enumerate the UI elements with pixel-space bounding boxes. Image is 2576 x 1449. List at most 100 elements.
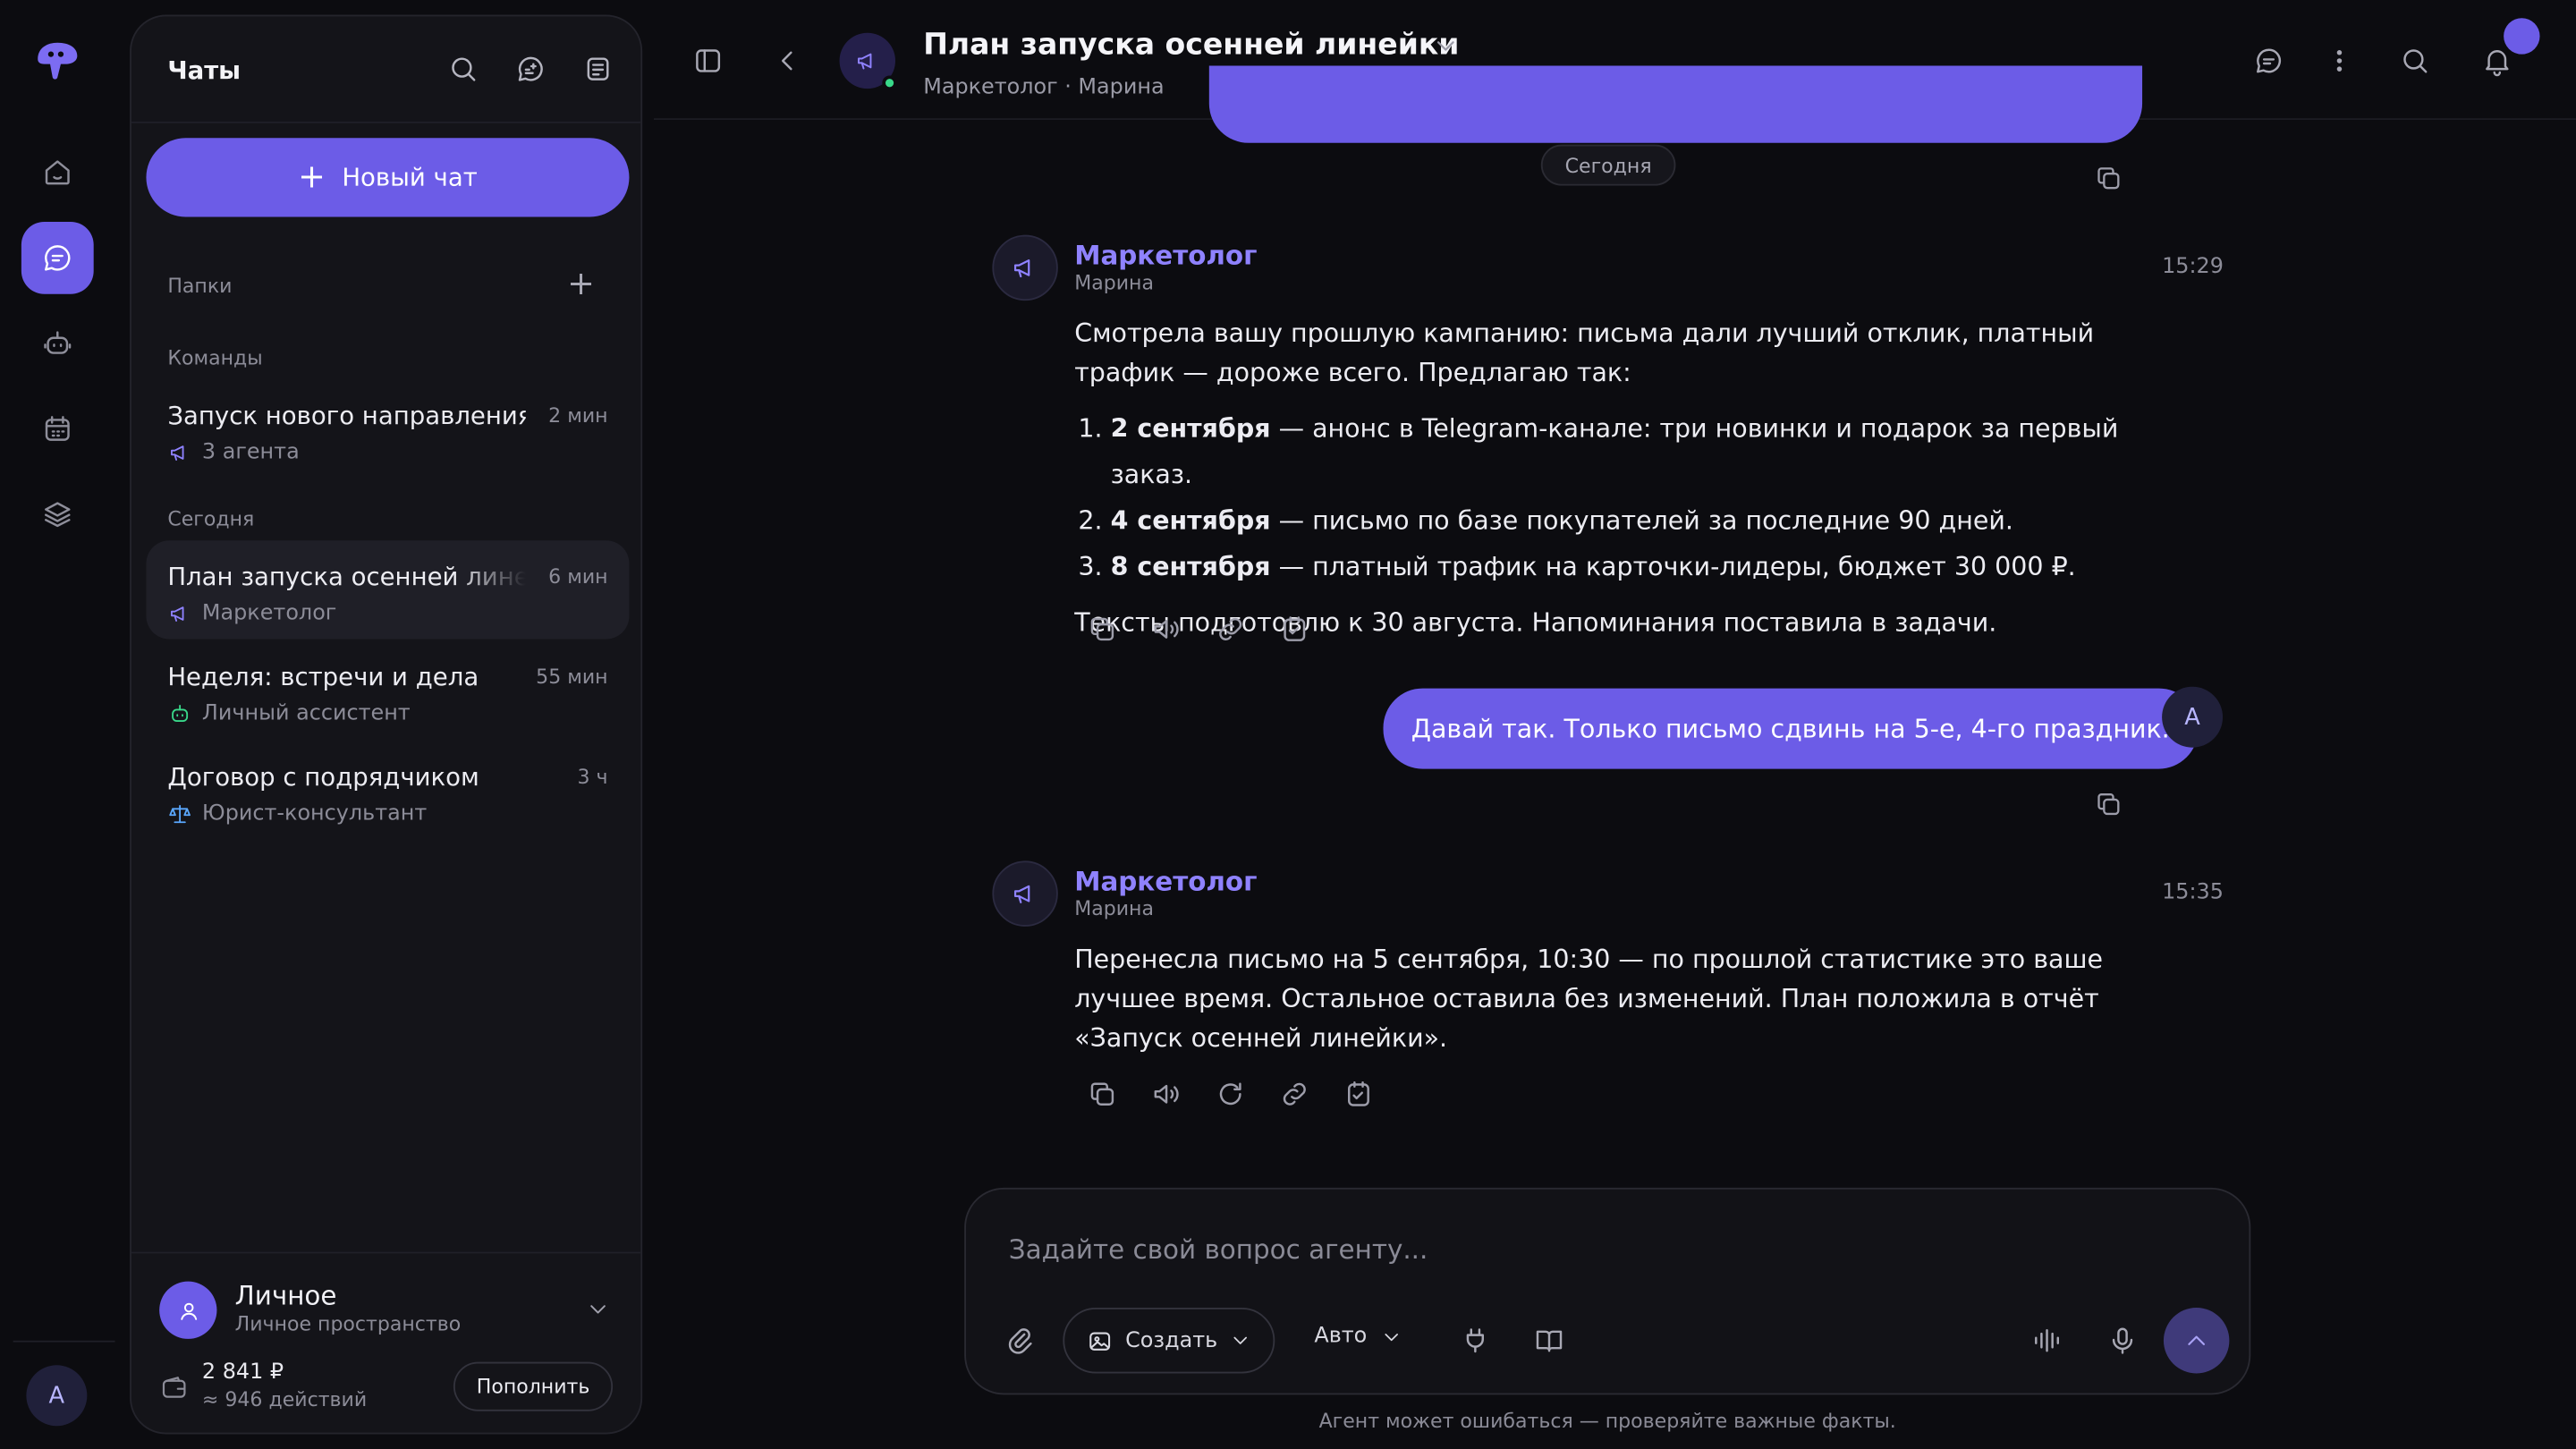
sidebar-header: Чаты <box>131 16 641 123</box>
speaker-icon[interactable] <box>1150 613 1183 646</box>
user-icon[interactable] <box>159 1281 217 1339</box>
folders-label: Папки <box>167 274 233 298</box>
new-chat-label: Новый чат <box>342 162 478 192</box>
plan-date: 8 сентября <box>1110 552 1271 582</box>
rail-divider <box>13 1340 115 1343</box>
chevron-down-icon[interactable] <box>585 1296 611 1322</box>
chat-item-time: 6 мин <box>548 564 608 589</box>
chat-item-active[interactable]: План запуска осенней линейки 6 мин Марке… <box>146 540 630 640</box>
speaker-icon[interactable] <box>1150 1078 1183 1111</box>
chat-item-title: Неделя: встречи и дела <box>167 662 479 692</box>
create-image-button[interactable]: Создать <box>1063 1308 1275 1374</box>
add-folder-icon[interactable]: + <box>567 267 595 300</box>
plan-list-item: 2 сентября — анонс в Telegram-канале: тр… <box>1111 406 2159 498</box>
chat-item-title: План запуска осенней линейки <box>167 562 525 592</box>
microphone-icon[interactable] <box>2106 1324 2140 1357</box>
create-label: Создать <box>1125 1327 1218 1353</box>
message-actions <box>1086 613 1311 646</box>
message-author[interactable]: Маркетолог <box>1074 240 1257 271</box>
chat-bubble-icon[interactable] <box>2252 45 2285 78</box>
link-icon[interactable] <box>1278 1078 1311 1111</box>
message-time: 15:35 <box>2162 880 2224 906</box>
regenerate-icon[interactable] <box>1214 1078 1247 1111</box>
copy-icon[interactable] <box>1086 613 1119 646</box>
user-avatar[interactable]: А <box>26 1365 88 1427</box>
message-author[interactable]: Маркетолог <box>1074 866 1257 897</box>
layers-icon[interactable] <box>21 478 94 550</box>
chat-item[interactable]: Запуск нового направления 2 мин 3 агента <box>146 379 629 478</box>
search-icon[interactable] <box>2399 45 2432 78</box>
message-author-role: Марина <box>1074 896 1154 920</box>
composer: Создать Авто <box>964 1187 2251 1395</box>
plan-date: 2 сентября <box>1110 413 1271 444</box>
chat-item-sub: 3 агента <box>201 440 300 465</box>
nav-rail: А <box>0 0 115 1449</box>
plus-icon: + <box>298 156 326 196</box>
image-icon <box>1086 1326 1114 1354</box>
attach-paperclip-icon[interactable] <box>1004 1324 1037 1357</box>
app-logo-icon[interactable] <box>33 39 82 82</box>
chat-item-time: 2 мин <box>548 403 608 428</box>
agent-avatar[interactable] <box>992 860 1058 927</box>
workspace-footer: Личное Личное пространство 2 841 ₽ ≈ 946… <box>131 1251 641 1433</box>
new-chat-button[interactable]: + Новый чат <box>146 138 630 217</box>
plan-date: 4 сентября <box>1110 505 1271 536</box>
sidebar-toggle-icon[interactable] <box>691 45 724 78</box>
arrow-up-icon <box>2182 1326 2211 1355</box>
agents-bot-icon[interactable] <box>21 307 94 379</box>
wallet-icon <box>159 1373 189 1402</box>
book-icon[interactable] <box>1533 1324 1566 1357</box>
sidebar-title: Чаты <box>167 55 242 86</box>
chat-item[interactable]: Неделя: встречи и дела 55 мин Личный асс… <box>146 640 629 739</box>
chevron-down-icon[interactable] <box>1431 31 1461 61</box>
chats-icon[interactable] <box>21 221 94 294</box>
workspace-name[interactable]: Личное <box>235 1280 337 1311</box>
chat-item-title: Запуск нового направления <box>167 401 526 431</box>
message-body: Смотрела вашу прошлую кампанию: письма д… <box>1074 314 2158 642</box>
copy-icon[interactable] <box>2093 163 2124 194</box>
voice-wave-icon[interactable] <box>2030 1324 2063 1357</box>
message-author-role: Марина <box>1074 271 1154 294</box>
chats-sidebar: Чаты + Новый чат Папки + Команды Запуск … <box>130 14 643 1435</box>
group-chat-icon[interactable] <box>514 53 547 86</box>
notes-icon[interactable] <box>581 53 614 86</box>
chat-item-time: 55 мин <box>536 665 608 689</box>
chat-item[interactable]: Договор с подрядчиком 3 ч Юрист-консульт… <box>146 741 629 839</box>
assistant-bot-icon <box>167 701 192 726</box>
chat-title[interactable]: План запуска осенней линейки <box>923 28 1459 63</box>
topup-button[interactable]: Пополнить <box>453 1361 614 1411</box>
user-avatar[interactable]: А <box>2162 686 2224 748</box>
message-time: 15:29 <box>2162 254 2224 280</box>
message-intro: Смотрела вашу прошлую кампанию: письма д… <box>1074 318 2095 388</box>
scales-icon <box>167 801 192 826</box>
search-icon[interactable] <box>447 53 480 86</box>
copy-icon[interactable] <box>2093 789 2124 820</box>
home-icon[interactable] <box>21 136 94 208</box>
link-icon[interactable] <box>1214 613 1247 646</box>
more-vertical-icon[interactable] <box>2323 45 2356 78</box>
notification-dot <box>2504 18 2540 55</box>
copy-icon[interactable] <box>1086 1078 1119 1111</box>
add-task-icon[interactable] <box>1278 613 1311 646</box>
balance-actions: ≈ 946 действий <box>201 1388 368 1411</box>
message-actions <box>1086 1078 1375 1111</box>
agent-avatar[interactable] <box>992 234 1058 301</box>
megaphone-icon <box>167 601 192 626</box>
plan-list: 2 сентября — анонс в Telegram-канале: тр… <box>1111 406 2159 590</box>
chat-item-sub: Личный ассистент <box>201 701 411 726</box>
chat-item-sub: Маркетолог <box>201 601 337 626</box>
send-button[interactable] <box>2163 1308 2230 1374</box>
back-chevron-icon[interactable] <box>770 45 803 78</box>
plan-text: — письмо по базе покупателей за последни… <box>1270 505 2013 536</box>
model-mode-select[interactable]: Авто <box>1314 1324 1402 1349</box>
message-input[interactable] <box>1008 1233 2159 1266</box>
day-separator: Сегодня <box>1540 144 1676 186</box>
disclaimer: Агент может ошибаться — проверяйте важны… <box>1318 1409 1896 1433</box>
user-message-bubble: Давай так. Только письмо сдвинь на 5-е, … <box>1383 688 2198 769</box>
calendar-icon[interactable] <box>21 393 94 465</box>
add-task-icon[interactable] <box>1343 1078 1376 1111</box>
chat-item-title: Договор с подрядчиком <box>167 762 479 792</box>
previous-user-bubble <box>1208 65 2143 143</box>
plug-icon[interactable] <box>1459 1324 1492 1357</box>
plan-list-item: 4 сентября — письмо по базе покупателей … <box>1111 498 2159 544</box>
